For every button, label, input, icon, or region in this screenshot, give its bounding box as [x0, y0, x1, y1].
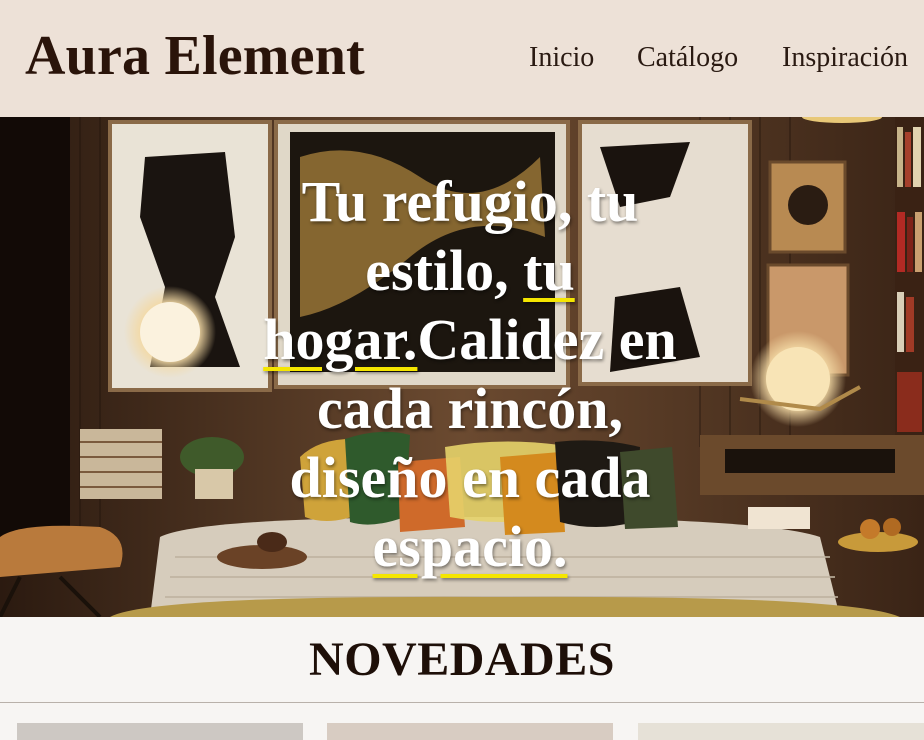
product-card-1[interactable] — [17, 723, 303, 740]
hero-line-1: Tu refugio, tu — [301, 169, 639, 234]
hero-banner: Tu refugio, tu estilo, tu hogar.Calidez … — [0, 117, 924, 617]
hero-link-espacio[interactable]: espacio. — [373, 514, 568, 579]
nav-item-inspiracion[interactable]: Inspiración — [782, 42, 908, 74]
hero-headline: Tu refugio, tu estilo, tu hogar.Calidez … — [245, 167, 695, 581]
hero-line-4: cada rincón, — [316, 376, 624, 441]
hero-line-5: diseño en cada — [289, 445, 651, 510]
product-card-2[interactable] — [327, 723, 613, 740]
section-title-novedades: NOVEDADES — [309, 633, 615, 686]
section-divider — [0, 702, 924, 703]
hero-link-hogar[interactable]: hogar. — [263, 307, 417, 372]
product-card-3[interactable] — [638, 723, 924, 740]
site-header: Aura Element Inicio Catálogo Inspiración — [0, 0, 924, 117]
nav-item-catalogo[interactable]: Catálogo — [637, 42, 738, 74]
hero-line-3: Calidez en — [417, 307, 677, 372]
brand-logo[interactable]: Aura Element — [25, 24, 365, 88]
hero-line-2: estilo, — [365, 238, 524, 303]
hero-link-tu[interactable]: tu — [523, 238, 575, 303]
nav-item-inicio[interactable]: Inicio — [529, 42, 594, 74]
